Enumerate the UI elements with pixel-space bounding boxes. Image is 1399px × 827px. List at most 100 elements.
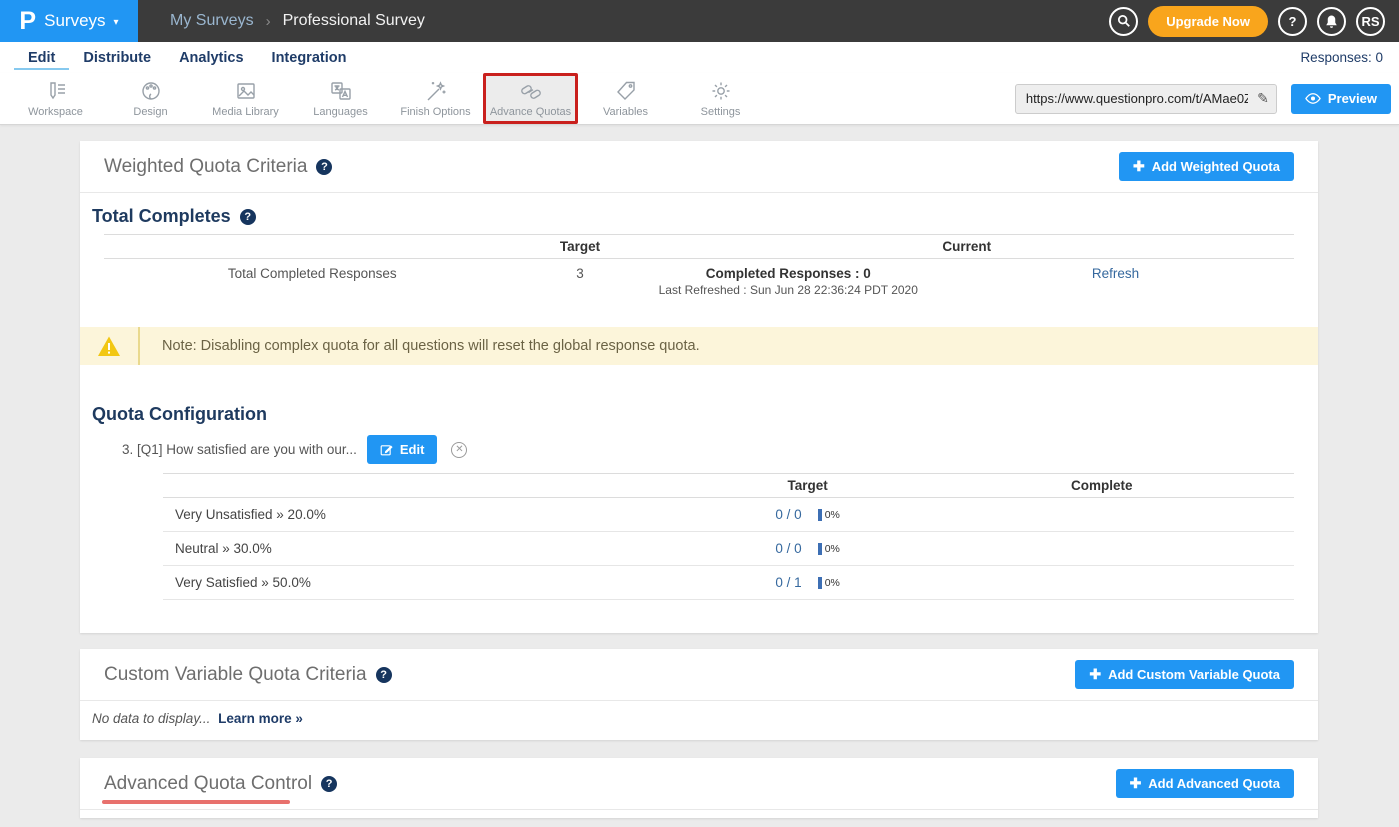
add-weighted-quota-button[interactable]: ✚ Add Weighted Quota — [1119, 152, 1294, 181]
toolbar-right: ✎ Preview — [1015, 73, 1399, 124]
last-refreshed-text: Last Refreshed : Sun Jun 28 22:36:24 PDT… — [640, 283, 938, 297]
note-banner: Note: Disabling complex quota for all qu… — [80, 327, 1318, 365]
magic-wand-icon — [424, 79, 448, 103]
quota-configuration-heading: Quota Configuration — [80, 391, 1318, 425]
topbar-actions: Upgrade Now ? RS — [1109, 0, 1399, 42]
advanced-quota-title: Advanced Quota Control ? — [104, 773, 337, 795]
progress-bar — [818, 577, 822, 589]
current-status: Completed Responses : 0 Last Refreshed :… — [640, 266, 938, 297]
tab-edit[interactable]: Edit — [14, 45, 69, 70]
survey-url-wrap: ✎ — [1015, 84, 1277, 114]
palette-icon — [139, 79, 163, 103]
plus-icon: ✚ — [1130, 775, 1142, 792]
preview-button[interactable]: Preview — [1291, 84, 1391, 114]
quota-ratio-link[interactable]: 0 / 1 — [775, 575, 801, 590]
total-completes-table: Target Current Total Completed Responses… — [104, 234, 1294, 309]
quota-ratio-link[interactable]: 0 / 0 — [775, 507, 801, 522]
help-icon[interactable]: ? — [316, 159, 332, 175]
add-custom-variable-quota-button[interactable]: ✚ Add Custom Variable Quota — [1075, 660, 1294, 689]
main-content: Weighted Quota Criteria ? ✚ Add Weighted… — [0, 125, 1399, 818]
target-value: 3 — [521, 266, 640, 297]
red-underline-annotation — [102, 800, 290, 804]
tab-integration[interactable]: Integration — [258, 45, 361, 70]
product-switcher[interactable]: P Surveys ▾ — [0, 0, 138, 42]
quota-question-row: 3. [Q1] How satisfied are you with our..… — [122, 435, 1318, 464]
advanced-quota-header: Advanced Quota Control ? ✚ Add Advanced … — [80, 758, 1318, 810]
survey-url-input[interactable] — [1015, 84, 1277, 114]
chevron-down-icon: ▾ — [114, 17, 119, 28]
toolbar-item-variables[interactable]: Variables — [578, 73, 673, 124]
notifications-button[interactable] — [1317, 7, 1346, 36]
gear-icon — [709, 79, 733, 103]
table-row: Very Unsatisfied » 20.0% 0 / 0 0% — [163, 498, 1294, 532]
completed-responses-text: Completed Responses : 0 — [640, 266, 938, 281]
plus-icon: ✚ — [1089, 666, 1101, 683]
option-label: Neutral » 30.0% — [163, 541, 706, 556]
learn-more-link[interactable]: Learn more » — [218, 711, 303, 726]
search-icon — [1117, 14, 1131, 28]
advanced-quota-card: Advanced Quota Control ? ✚ Add Advanced … — [80, 758, 1318, 818]
weighted-quota-title: Weighted Quota Criteria ? — [104, 156, 332, 178]
progress-bar — [818, 509, 822, 521]
table-row: Neutral » 30.0% 0 / 0 0% — [163, 532, 1294, 566]
custom-variable-quota-card: Custom Variable Quota Criteria ? ✚ Add C… — [80, 649, 1318, 740]
custom-variable-header: Custom Variable Quota Criteria ? ✚ Add C… — [80, 649, 1318, 701]
help-icon[interactable]: ? — [321, 776, 337, 792]
remove-quota-icon[interactable]: ✕ — [451, 442, 467, 458]
tab-analytics[interactable]: Analytics — [165, 45, 257, 70]
quota-table: Target Complete Very Unsatisfied » 20.0%… — [163, 473, 1294, 600]
empty-state: No data to display... Learn more » — [80, 701, 1318, 740]
help-icon[interactable]: ? — [240, 209, 256, 225]
quota-ratio-link[interactable]: 0 / 0 — [775, 541, 801, 556]
warning-icon — [97, 335, 121, 357]
tab-distribute[interactable]: Distribute — [69, 45, 165, 70]
note-text: Note: Disabling complex quota for all qu… — [140, 327, 700, 365]
no-data-text: No data to display... — [92, 711, 210, 726]
nav-tabs: Edit Distribute Analytics Integration Re… — [0, 42, 1399, 73]
help-icon[interactable]: ? — [376, 667, 392, 683]
questionpro-logo: P — [19, 9, 36, 34]
option-label: Very Satisfied » 50.0% — [163, 575, 706, 590]
toolbar-item-finish-options[interactable]: Finish Options — [388, 73, 483, 124]
eye-icon — [1305, 93, 1321, 104]
help-button[interactable]: ? — [1278, 7, 1307, 36]
toolbar-item-languages[interactable]: Languages — [293, 73, 388, 124]
column-current: Current — [640, 239, 1295, 254]
edit-quota-button[interactable]: Edit — [367, 435, 438, 464]
toolbar-item-media-library[interactable]: Media Library — [198, 73, 293, 124]
toolbar-item-advance-quotas[interactable]: Advance Quotas — [483, 73, 578, 124]
toolbar-item-workspace[interactable]: Workspace — [8, 73, 103, 124]
plus-icon: ✚ — [1133, 158, 1145, 175]
toolbar-item-settings[interactable]: Settings — [673, 73, 768, 124]
workspace-icon — [44, 79, 68, 103]
search-button[interactable] — [1109, 7, 1138, 36]
topbar: P Surveys ▾ My Surveys › Professional Su… — [0, 0, 1399, 42]
breadcrumb-separator-icon: › — [266, 13, 271, 30]
column-target: Target — [521, 239, 640, 254]
progress-percent: 0% — [825, 577, 840, 589]
bell-icon — [1324, 14, 1339, 29]
total-completes-heading: Total Completes ? — [80, 193, 1318, 227]
progress-bar — [818, 543, 822, 555]
total-completed-label: Total Completed Responses — [104, 266, 521, 297]
column-complete: Complete — [909, 478, 1294, 493]
weighted-quota-card: Weighted Quota Criteria ? ✚ Add Weighted… — [80, 141, 1318, 633]
question-label: 3. [Q1] How satisfied are you with our..… — [122, 442, 357, 457]
avatar[interactable]: RS — [1356, 7, 1385, 36]
progress-percent: 0% — [825, 543, 840, 555]
table-row: Very Satisfied » 50.0% 0 / 1 0% — [163, 566, 1294, 600]
option-label: Very Unsatisfied » 20.0% — [163, 507, 706, 522]
image-icon — [234, 79, 258, 103]
progress-percent: 0% — [825, 509, 840, 521]
refresh-link[interactable]: Refresh — [1092, 266, 1139, 281]
add-advanced-quota-button[interactable]: ✚ Add Advanced Quota — [1116, 769, 1294, 798]
breadcrumb-my-surveys[interactable]: My Surveys — [170, 12, 254, 30]
toolbar-item-design[interactable]: Design — [103, 73, 198, 124]
translate-icon — [329, 79, 353, 103]
product-label: Surveys — [44, 11, 105, 31]
edit-url-icon[interactable]: ✎ — [1257, 90, 1269, 107]
breadcrumb-current: Professional Survey — [283, 12, 425, 30]
upgrade-now-button[interactable]: Upgrade Now — [1148, 6, 1268, 37]
weighted-quota-header: Weighted Quota Criteria ? ✚ Add Weighted… — [80, 141, 1318, 193]
custom-variable-title: Custom Variable Quota Criteria ? — [104, 664, 392, 686]
